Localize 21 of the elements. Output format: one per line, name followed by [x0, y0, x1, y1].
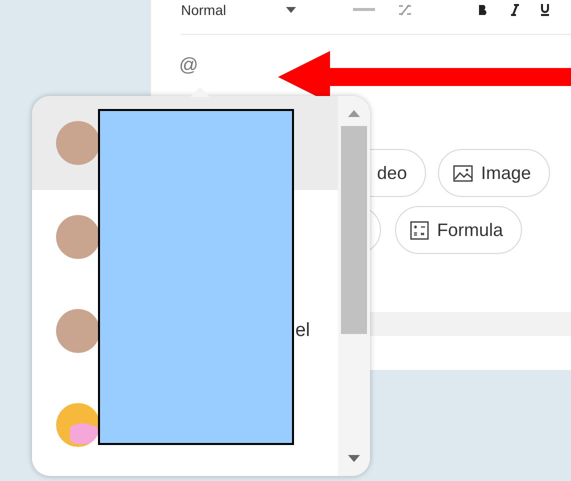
insert-button[interactable]: Image — [438, 149, 550, 197]
avatar-graphic — [56, 403, 100, 447]
scrollbar[interactable] — [338, 96, 370, 476]
bold-icon[interactable] — [477, 4, 489, 16]
scrollbar-thumb[interactable] — [341, 126, 367, 334]
insert-button[interactable]: Formula — [395, 206, 522, 254]
scroll-up-icon[interactable] — [348, 110, 360, 117]
horizontal-rule-icon[interactable] — [353, 8, 375, 12]
fraction-icon[interactable] — [397, 4, 413, 16]
avatar-photo — [56, 121, 100, 165]
avatar-photo — [56, 309, 100, 353]
italic-icon[interactable] — [511, 4, 519, 16]
underline-icon[interactable] — [541, 4, 549, 16]
user-name: el — [294, 320, 310, 342]
editor-text[interactable]: @ — [179, 55, 198, 76]
formula-icon — [410, 220, 429, 240]
avatar-photo — [56, 215, 100, 259]
scroll-down-icon[interactable] — [348, 455, 360, 462]
style-dropdown[interactable]: Normal — [181, 2, 331, 18]
caret-icon — [286, 7, 296, 13]
image-icon — [453, 164, 473, 182]
